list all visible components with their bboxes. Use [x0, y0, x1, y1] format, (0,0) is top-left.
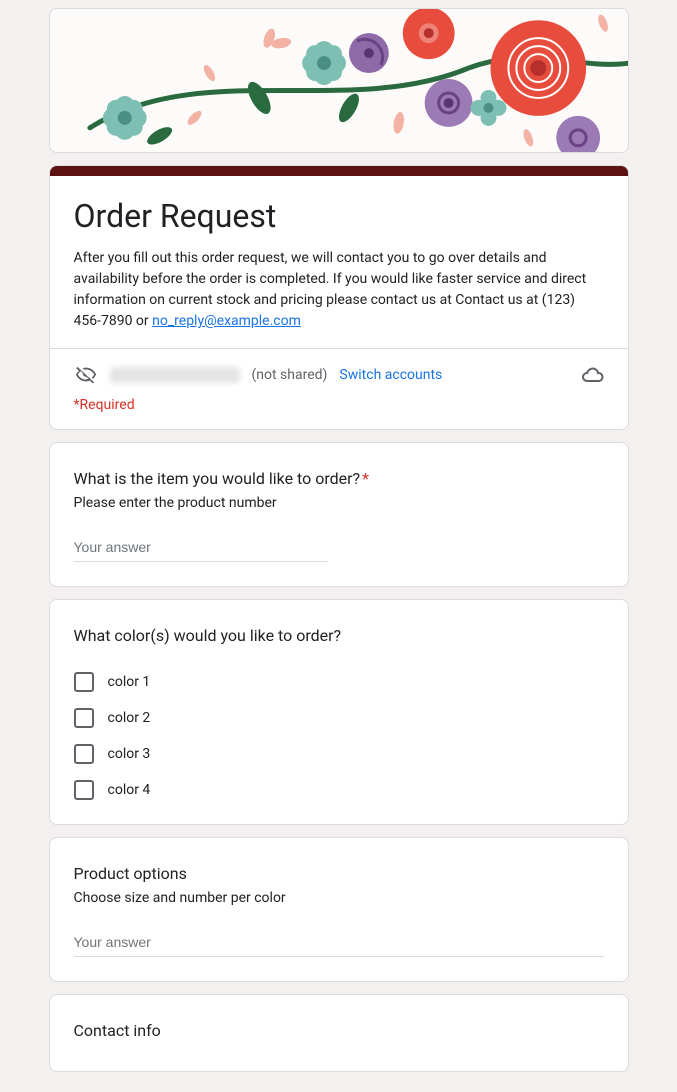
- color-option[interactable]: color 3: [74, 744, 604, 764]
- checkbox-icon: [74, 708, 94, 728]
- not-shared-label: (not shared): [252, 367, 328, 383]
- question-card-colors: What color(s) would you like to order? c…: [49, 599, 629, 825]
- checkbox-icon: [74, 672, 94, 692]
- form-description: After you fill out this order request, w…: [74, 248, 604, 332]
- question-title: Contact info: [74, 1019, 604, 1043]
- form-banner: [49, 8, 629, 153]
- question-help: Please enter the product number: [74, 495, 604, 511]
- question-title: What color(s) would you like to order?: [74, 624, 604, 648]
- checkbox-icon: [74, 780, 94, 800]
- choice-label: color 3: [108, 746, 151, 762]
- form-title: Order Request: [74, 196, 604, 236]
- form-description-text: After you fill out this order request, w…: [74, 250, 587, 329]
- required-notice: *Required: [74, 397, 135, 413]
- color-option[interactable]: color 1: [74, 672, 604, 692]
- question-title: What is the item you would like to order…: [74, 467, 604, 491]
- form-header-card: Order Request After you fill out this or…: [49, 165, 629, 430]
- choice-label: color 1: [108, 674, 151, 690]
- account-row: (not shared) Switch accounts: [50, 349, 628, 393]
- accent-bar: [50, 166, 628, 176]
- switch-accounts-link[interactable]: Switch accounts: [339, 367, 442, 383]
- color-option[interactable]: color 2: [74, 708, 604, 728]
- redacted-email: [110, 367, 240, 383]
- choice-label: color 2: [108, 710, 151, 726]
- checkbox-icon: [74, 744, 94, 764]
- question-card-options: Product options Choose size and number p…: [49, 837, 629, 982]
- item-answer-input[interactable]: [74, 535, 328, 562]
- product-options-input[interactable]: [74, 930, 604, 957]
- contact-email-link[interactable]: no_reply@example.com: [152, 313, 301, 329]
- choice-label: color 4: [108, 782, 151, 798]
- question-title-text: What is the item you would like to order…: [74, 469, 361, 488]
- cloud-icon: [580, 363, 604, 387]
- visibility-off-icon: [74, 363, 98, 387]
- question-card-contact: Contact info: [49, 994, 629, 1072]
- color-option[interactable]: color 4: [74, 780, 604, 800]
- floral-illustration: [50, 9, 628, 152]
- question-help: Choose size and number per color: [74, 890, 604, 906]
- question-title: Product options: [74, 862, 604, 886]
- color-choices: color 1 color 2 color 3 color 4: [74, 672, 604, 800]
- question-card-item: What is the item you would like to order…: [49, 442, 629, 587]
- required-star: *: [362, 469, 369, 488]
